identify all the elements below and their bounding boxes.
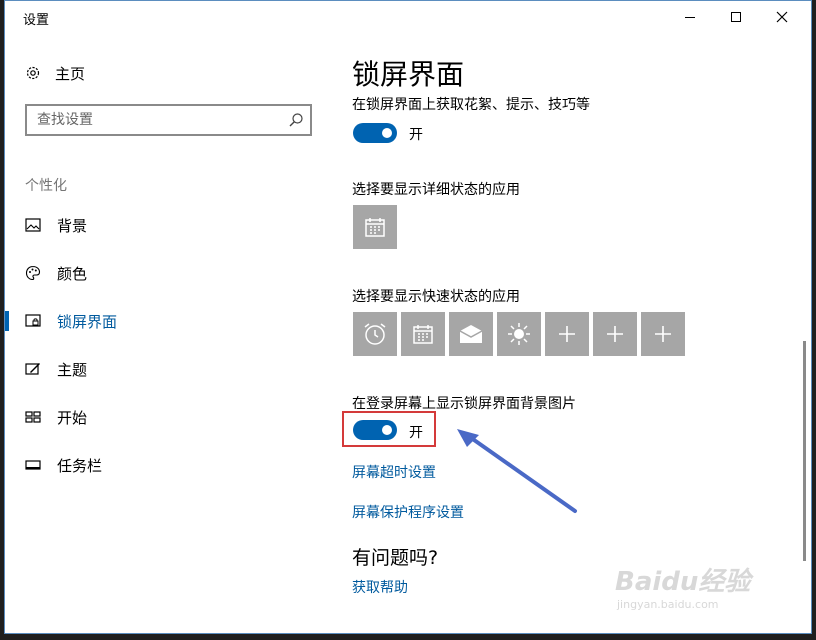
alarm-icon <box>364 323 386 345</box>
signin-background-label: 在登录屏幕上显示锁屏界面背景图片 <box>352 396 576 412</box>
sidebar-item-colors[interactable]: 颜色 <box>5 255 325 291</box>
quick-status-tile-calendar[interactable] <box>401 312 445 356</box>
section-title-personalization: 个性化 <box>25 178 67 194</box>
quick-status-tile-add-1[interactable] <box>545 312 589 356</box>
image-icon <box>25 218 41 232</box>
nav-home[interactable]: 主页 <box>25 61 85 85</box>
watermark: Baidu经验 jingyan.baidu.com <box>615 561 750 611</box>
close-icon <box>776 11 788 23</box>
get-help-link[interactable]: 获取帮助 <box>352 577 408 597</box>
maximize-button[interactable] <box>713 1 759 33</box>
palette-icon <box>25 265 41 281</box>
window-title: 设置 <box>23 13 50 28</box>
watermark-url: jingyan.baidu.com <box>617 598 719 611</box>
sidebar-item-label: 背景 <box>57 217 88 235</box>
signin-background-toggle-state: 开 <box>409 425 423 441</box>
minimize-button[interactable] <box>667 1 713 33</box>
add-icon <box>559 326 575 342</box>
theme-icon <box>25 363 40 375</box>
add-icon <box>607 326 623 342</box>
sidebar-item-lock-screen[interactable]: 锁屏界面 <box>5 303 325 339</box>
screen-timeout-link[interactable]: 屏幕超时设置 <box>352 462 436 482</box>
page-title: 锁屏界面 <box>352 58 465 91</box>
quick-status-tile-add-2[interactable] <box>593 312 637 356</box>
pointer-arrow-icon <box>457 429 577 513</box>
taskbar-icon <box>25 460 41 470</box>
quick-status-tile-weather[interactable] <box>497 312 541 356</box>
search-input[interactable] <box>37 110 277 130</box>
sidebar-item-label: 锁屏界面 <box>57 313 118 331</box>
detailed-status-app-tile[interactable] <box>353 205 397 249</box>
toggle-knob <box>382 128 392 138</box>
search-icon[interactable] <box>288 112 304 128</box>
sidebar-item-taskbar[interactable]: 任务栏 <box>5 447 325 483</box>
sidebar-item-label: 主题 <box>57 361 88 379</box>
minimize-icon <box>685 16 695 18</box>
calendar-icon <box>413 325 433 344</box>
quick-status-label: 选择要显示快速状态的应用 <box>352 289 520 305</box>
watermark-brand: Baidu经验 <box>615 567 751 597</box>
nav-home-label: 主页 <box>55 64 86 83</box>
calendar-icon <box>365 218 385 237</box>
settings-window: 设置 主页 个性化 背景 <box>4 0 812 634</box>
mail-icon <box>459 325 483 343</box>
spotlight-toggle[interactable] <box>353 123 397 143</box>
gear-icon <box>26 66 40 80</box>
selection-indicator <box>5 311 9 331</box>
maximize-icon <box>731 12 741 22</box>
sidebar-item-start[interactable]: 开始 <box>5 399 325 435</box>
screensaver-settings-link[interactable]: 屏幕保护程序设置 <box>352 502 464 522</box>
add-icon <box>655 326 671 342</box>
sidebar-item-themes[interactable]: 主题 <box>5 351 325 387</box>
quick-status-tile-mail[interactable] <box>449 312 493 356</box>
sidebar-item-label: 开始 <box>57 409 88 427</box>
detailed-status-label: 选择要显示详细状态的应用 <box>352 182 520 198</box>
toggle-knob <box>382 425 392 435</box>
signin-background-toggle[interactable] <box>353 420 397 440</box>
title-bar: 设置 <box>5 1 811 33</box>
start-icon <box>25 411 41 423</box>
spotlight-toggle-state: 开 <box>409 127 423 143</box>
lock-screen-icon <box>25 314 41 327</box>
quick-status-tile-add-3[interactable] <box>641 312 685 356</box>
search-box[interactable] <box>25 104 312 136</box>
sidebar-item-label: 任务栏 <box>57 457 103 475</box>
close-button[interactable] <box>759 1 805 33</box>
sidebar-item-background[interactable]: 背景 <box>5 207 325 243</box>
spotlight-label: 在锁屏界面上获取花絮、提示、技巧等 <box>352 97 590 113</box>
sidebar-item-label: 颜色 <box>57 265 88 283</box>
quick-status-tile-alarm[interactable] <box>353 312 397 356</box>
help-title: 有问题吗? <box>352 547 439 569</box>
scrollbar[interactable] <box>803 341 806 561</box>
weather-icon <box>508 323 530 345</box>
